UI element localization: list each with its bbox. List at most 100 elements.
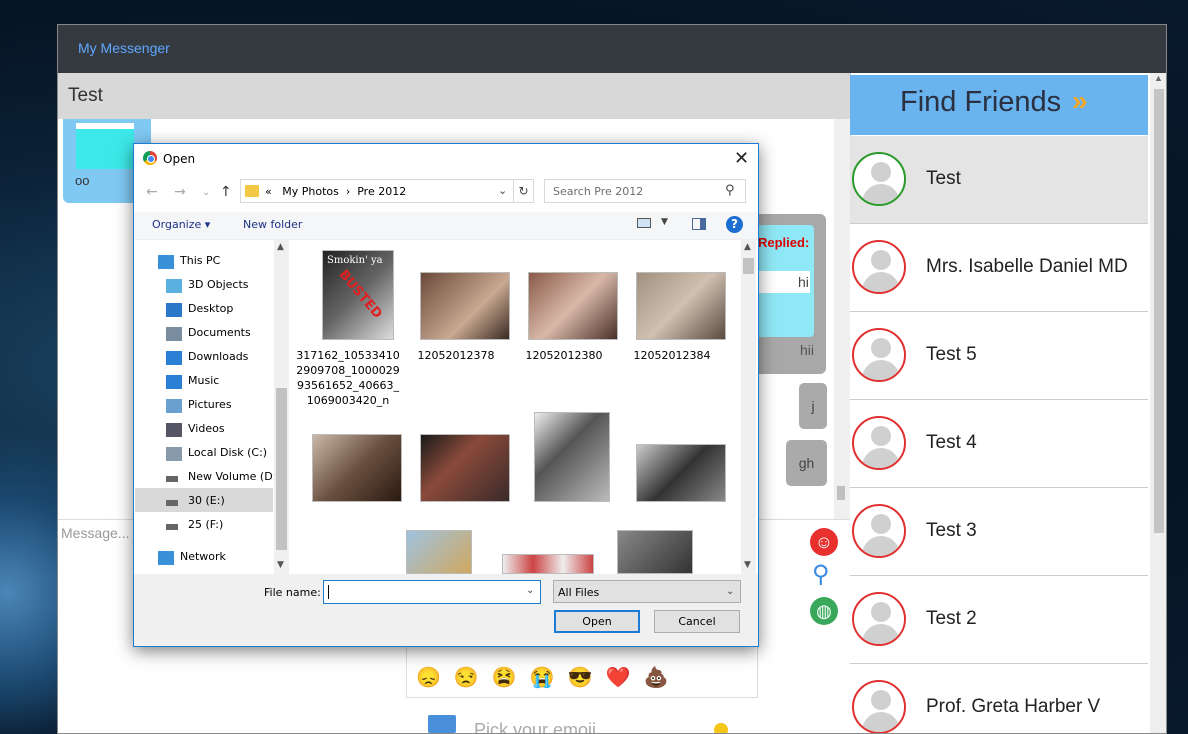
pictures-icon: [166, 399, 182, 413]
scroll-up-arrow-icon[interactable]: ▲: [744, 242, 751, 252]
3d-objects-icon: [166, 279, 182, 293]
tree-item[interactable]: 30 (E:): [188, 494, 225, 507]
chevron-down-icon: ⌄: [726, 586, 735, 597]
emoji-tired[interactable]: 😫: [492, 667, 530, 689]
double-chevron-right-icon[interactable]: »: [1072, 85, 1088, 117]
attach-file-icon[interactable]: ⚲: [812, 560, 830, 589]
find-friends-title[interactable]: Find Friends: [900, 86, 1061, 119]
file-name-line: 2909708_1000029: [296, 364, 400, 377]
file-name[interactable]: 317162_10533410 2909708_1000029 93561652_4…: [294, 348, 402, 408]
tree-item[interactable]: Network: [180, 550, 226, 563]
scroll-up-arrow-icon[interactable]: ▲: [1154, 73, 1163, 83]
breadcrumb-pre-2012[interactable]: Pre 2012: [357, 185, 406, 198]
avatar: [852, 680, 906, 733]
new-folder-button[interactable]: New folder: [243, 218, 302, 231]
chat-scrollbar-thumb[interactable]: [837, 486, 845, 500]
avatar: [852, 152, 906, 206]
emoji-sunglasses[interactable]: 😎: [568, 667, 606, 689]
tree-item[interactable]: New Volume (D:: [188, 470, 276, 483]
friend-item[interactable]: Test 5: [850, 312, 1148, 400]
tree-item[interactable]: 3D Objects: [188, 278, 249, 291]
friend-item[interactable]: Mrs. Isabelle Daniel MD: [850, 224, 1148, 312]
file-thumbnail[interactable]: [636, 272, 726, 340]
preview-pane-icon[interactable]: [692, 218, 706, 230]
globe-icon[interactable]: ◍: [810, 597, 838, 625]
tree-item[interactable]: Downloads: [188, 350, 248, 363]
chat-scrollbar[interactable]: [834, 119, 848, 519]
search-input[interactable]: Search Pre 2012: [553, 185, 643, 198]
file-thumbnail[interactable]: [528, 272, 618, 340]
file-list-scrollbar[interactable]: ▲ ▼: [741, 240, 756, 574]
file-thumbnail[interactable]: [420, 434, 510, 502]
open-button[interactable]: Open: [554, 610, 640, 633]
file-name[interactable]: 12052012384: [618, 348, 726, 363]
file-name[interactable]: 12052012380: [510, 348, 618, 363]
friend-item[interactable]: Test: [850, 136, 1148, 224]
navigation-scrollbar[interactable]: ▲ ▼: [274, 240, 289, 574]
file-list-scrollbar-thumb[interactable]: [743, 258, 754, 274]
address-bar[interactable]: « My Photos › Pre 2012 ⌄ ↻: [240, 179, 534, 203]
view-dropdown-icon[interactable]: ▼: [661, 217, 668, 227]
tree-item[interactable]: Local Disk (C:): [188, 446, 267, 459]
emoji-unamused[interactable]: 😒: [454, 667, 492, 689]
refresh-icon[interactable]: ↻: [513, 180, 533, 202]
tree-item[interactable]: Pictures: [188, 398, 232, 411]
up-arrow-icon[interactable]: ↑: [220, 184, 232, 200]
skin-tone-icon[interactable]: [714, 723, 728, 733]
friend-item[interactable]: Test 4: [850, 400, 1148, 488]
tree-item[interactable]: Videos: [188, 422, 225, 435]
file-thumbnail[interactable]: [636, 444, 726, 502]
view-icon[interactable]: [637, 218, 651, 228]
back-arrow-icon[interactable]: ←: [146, 184, 158, 200]
help-icon[interactable]: ?: [726, 216, 743, 233]
friend-item[interactable]: Test 2: [850, 576, 1148, 664]
chrome-logo-icon: [143, 151, 157, 165]
emoji-button-icon[interactable]: ☺: [810, 528, 838, 556]
file-thumbnail[interactable]: [534, 412, 610, 502]
navigation-scrollbar-thumb[interactable]: [276, 388, 287, 550]
file-type-select[interactable]: All Files ⌄: [553, 580, 741, 603]
avatar-body: [862, 536, 900, 556]
breadcrumb-my-photos[interactable]: My Photos: [282, 185, 339, 198]
close-icon[interactable]: ✕: [734, 148, 749, 169]
tree-item[interactable]: This PC: [180, 254, 220, 267]
emoji-search-input[interactable]: Pick your emoji…: [474, 720, 614, 733]
message-image[interactable]: [76, 123, 134, 169]
file-thumbnail[interactable]: [406, 530, 472, 574]
recent-locations-icon[interactable]: ⌄: [202, 187, 210, 198]
tree-item[interactable]: Documents: [188, 326, 251, 339]
avatar: [852, 504, 906, 558]
message-input[interactable]: Message...: [61, 525, 129, 541]
file-thumbnail[interactable]: Smokin' ya BUSTED: [322, 250, 394, 340]
friend-item[interactable]: Prof. Greta Harber V: [850, 664, 1148, 733]
tree-item[interactable]: Desktop: [188, 302, 233, 315]
scroll-up-arrow-icon[interactable]: ▲: [277, 242, 284, 252]
sidebar-scrollbar-thumb[interactable]: [1154, 89, 1164, 533]
chevron-down-icon[interactable]: ⌄: [526, 585, 534, 596]
scroll-down-arrow-icon[interactable]: ▼: [277, 560, 284, 570]
brand-link[interactable]: My Messenger: [78, 40, 170, 56]
organize-button[interactable]: Organize ▾: [152, 218, 210, 231]
file-name-input[interactable]: ⌄: [323, 580, 541, 604]
forward-arrow-icon[interactable]: →: [174, 184, 186, 200]
tree-item[interactable]: Music: [188, 374, 219, 387]
sidebar-scrollbar[interactable]: ▲: [1150, 73, 1166, 733]
emoji-heart[interactable]: ❤️: [606, 667, 644, 689]
scroll-down-arrow-icon[interactable]: ▼: [744, 560, 751, 570]
keyboard-icon[interactable]: [428, 715, 456, 733]
file-thumbnail[interactable]: [617, 530, 693, 574]
file-thumbnail[interactable]: [502, 554, 594, 574]
emoji-poop[interactable]: 💩: [643, 667, 681, 689]
chevron-down-icon[interactable]: ⌄: [498, 184, 507, 197]
emoji-disappointed[interactable]: 😞: [416, 667, 454, 689]
friend-name: Mrs. Isabelle Daniel MD: [926, 256, 1128, 277]
file-thumbnail[interactable]: [420, 272, 510, 340]
friend-item[interactable]: Test 3: [850, 488, 1148, 576]
file-name[interactable]: 12052012378: [402, 348, 510, 363]
breadcrumb-overflow[interactable]: «: [265, 185, 272, 198]
tree-item[interactable]: 25 (F:): [188, 518, 223, 531]
emoji-crying[interactable]: 😭: [530, 667, 568, 689]
file-thumbnail[interactable]: [312, 434, 402, 502]
search-box[interactable]: Search Pre 2012 ⚲: [544, 179, 746, 203]
cancel-button[interactable]: Cancel: [654, 610, 740, 633]
